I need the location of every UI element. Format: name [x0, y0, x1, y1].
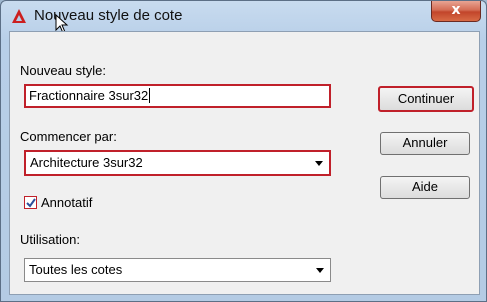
- cancel-button[interactable]: Annuler: [380, 132, 470, 155]
- title-bar[interactable]: Nouveau style de cote x: [1, 1, 486, 34]
- new-style-label: Nouveau style:: [20, 63, 106, 78]
- autocad-logo-icon: [12, 9, 26, 23]
- checkmark-icon: [26, 198, 36, 208]
- start-with-label: Commencer par:: [20, 129, 117, 144]
- dialog-window: Nouveau style de cote x Nouveau style: F…: [0, 0, 487, 302]
- annotative-checkbox[interactable]: [24, 196, 37, 209]
- use-for-value: Toutes les cotes: [29, 262, 123, 277]
- new-style-input[interactable]: Fractionnaire 3sur32: [24, 84, 331, 108]
- start-with-dropdown[interactable]: Architecture 3sur32: [24, 150, 331, 176]
- start-with-value: Architecture 3sur32: [30, 155, 143, 170]
- use-for-label: Utilisation:: [20, 232, 80, 247]
- annotative-label: Annotatif: [41, 195, 93, 210]
- text-caret: [149, 88, 151, 103]
- chevron-down-icon: [316, 268, 324, 273]
- new-style-value: Fractionnaire 3sur32: [29, 88, 149, 103]
- use-for-dropdown[interactable]: Toutes les cotes: [24, 258, 331, 282]
- close-button[interactable]: x: [431, 1, 481, 22]
- chevron-down-icon: [315, 161, 323, 166]
- continue-button[interactable]: Continuer: [378, 86, 474, 112]
- close-icon: x: [451, 2, 461, 18]
- dialog-body: Nouveau style: Fractionnaire 3sur32 Comm…: [9, 31, 480, 295]
- help-button[interactable]: Aide: [380, 176, 470, 199]
